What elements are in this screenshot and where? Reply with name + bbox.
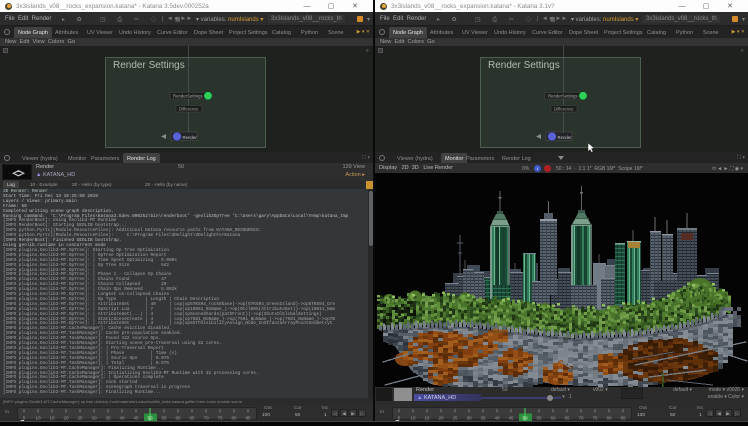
svg-text:35: 35 <box>480 416 486 421</box>
svg-text:25: 25 <box>77 416 83 421</box>
svg-text:65: 65 <box>564 416 570 421</box>
svg-text:45: 45 <box>508 416 514 421</box>
svg-text:20: 20 <box>63 416 69 421</box>
svg-text:50: 50 <box>522 416 528 421</box>
svg-text:10: 10 <box>410 416 416 421</box>
svg-text:30: 30 <box>91 416 97 421</box>
svg-text:50: 50 <box>147 416 153 421</box>
svg-text:55: 55 <box>536 416 542 421</box>
svg-text:65: 65 <box>189 416 195 421</box>
svg-text:20: 20 <box>438 416 444 421</box>
svg-text:Render: Render <box>558 135 573 140</box>
svg-text:80: 80 <box>231 416 237 421</box>
svg-text:RenderSettings: RenderSettings <box>173 94 203 99</box>
svg-text:Difference: Difference <box>179 107 199 112</box>
svg-text:60: 60 <box>550 416 556 421</box>
svg-text:5: 5 <box>398 416 401 421</box>
svg-text:35: 35 <box>105 416 111 421</box>
svg-text:40: 40 <box>494 416 500 421</box>
svg-text:60: 60 <box>175 416 181 421</box>
svg-text:15: 15 <box>424 416 430 421</box>
svg-text:45: 45 <box>133 416 139 421</box>
svg-text:Difference: Difference <box>554 107 574 112</box>
svg-text:15: 15 <box>49 416 55 421</box>
svg-text:85: 85 <box>620 416 626 421</box>
svg-text:40: 40 <box>119 416 125 421</box>
svg-text:80: 80 <box>606 416 612 421</box>
svg-text:55: 55 <box>161 416 167 421</box>
svg-text:85: 85 <box>245 416 251 421</box>
svg-text:70: 70 <box>203 416 209 421</box>
svg-text:75: 75 <box>217 416 223 421</box>
svg-text:Render: Render <box>183 135 198 140</box>
svg-text:10: 10 <box>35 416 41 421</box>
svg-text:5: 5 <box>23 416 26 421</box>
svg-text:70: 70 <box>578 416 584 421</box>
svg-text:RenderSettings: RenderSettings <box>548 94 578 99</box>
svg-text:30: 30 <box>466 416 472 421</box>
svg-text:75: 75 <box>592 416 598 421</box>
svg-text:25: 25 <box>452 416 458 421</box>
